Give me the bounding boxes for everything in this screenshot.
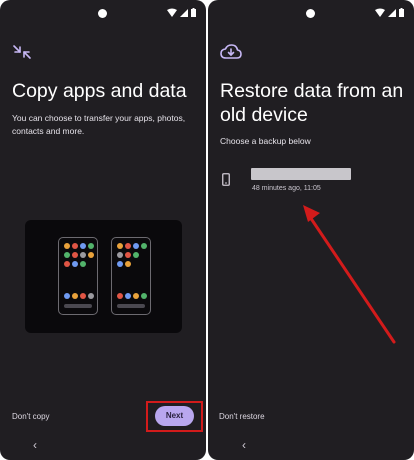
battery-icon [191, 8, 196, 17]
annotation-arrow [303, 205, 396, 344]
system-icons [167, 8, 196, 17]
signal-icon [180, 8, 188, 17]
highlight-box [146, 401, 203, 432]
copy-apps-screen: Copy apps and data You can choose to tra… [0, 0, 206, 460]
page-title: Copy apps and data [12, 80, 187, 102]
restore-data-screen: Restore data from an old device Choose a… [208, 0, 414, 460]
devices-illustration [25, 220, 182, 333]
page-subtitle: You can choose to transfer your apps, ph… [12, 113, 186, 136]
camera-cutout [98, 9, 107, 18]
wifi-icon [167, 8, 177, 17]
transfer-arrows-icon [13, 45, 31, 59]
status-bar [0, 0, 206, 28]
dont-restore-button[interactable]: Don't restore [219, 412, 265, 421]
nav-back-icon[interactable]: ‹ [242, 438, 246, 452]
phone-illustration-old [58, 237, 98, 315]
dont-copy-button[interactable]: Don't copy [12, 412, 50, 421]
nav-back-icon[interactable]: ‹ [33, 438, 37, 452]
phone-illustration-new [111, 237, 151, 315]
